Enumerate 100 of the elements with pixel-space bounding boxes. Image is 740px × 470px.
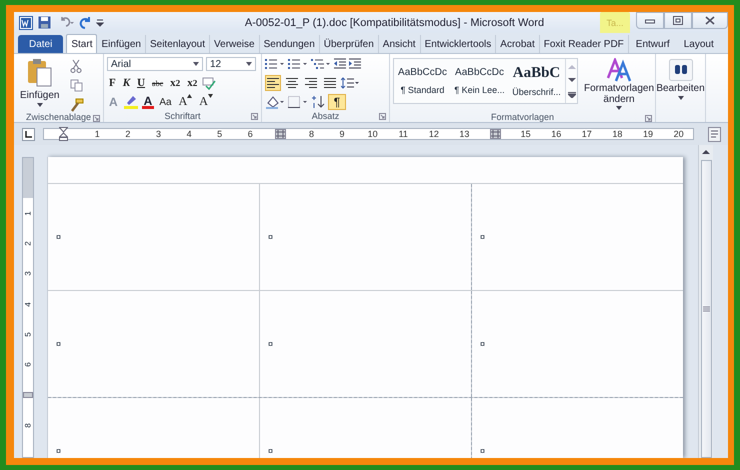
format-button[interactable]: abc [150, 75, 166, 91]
file-tab[interactable]: Datei [18, 35, 64, 53]
line-spacing-icon[interactable] [341, 77, 359, 89]
scroll-down-icon[interactable] [568, 78, 576, 83]
save-icon[interactable] [38, 16, 51, 29]
align-button[interactable] [303, 75, 319, 91]
ruler-number: 20 [674, 129, 684, 139]
ruler-number: 8 [308, 129, 314, 139]
end-of-cell-mark: ¤ [56, 446, 62, 456]
ruler-number: 6 [24, 362, 32, 367]
show-marks-button[interactable]: ¶ [328, 94, 346, 110]
end-of-cell-mark: ¤ [56, 232, 62, 242]
dialog-launcher-icon[interactable] [93, 115, 100, 122]
minimize-button[interactable] [636, 12, 664, 29]
format-painter-icon[interactable] [70, 98, 84, 112]
gallery-more-icon[interactable] [568, 92, 576, 98]
font-color-button[interactable]: A [142, 96, 154, 108]
left-tab-icon [25, 130, 32, 138]
group-label: Zwischenablage [26, 112, 92, 122]
ruler-number: 6 [248, 129, 253, 139]
restore-icon [673, 16, 683, 25]
grip-icon[interactable] [702, 306, 710, 312]
style-item[interactable]: AaBbCcDc ¶ Kein Lee... [451, 59, 508, 103]
end-of-cell-mark: ¤ [268, 232, 274, 242]
restore-button[interactable] [664, 12, 692, 29]
window-title: A-0052-01_P (1).doc [Kompatibilitätsmodus] - Microsoft Word [244, 16, 546, 28]
group-label: Schriftart [164, 111, 200, 121]
format-button[interactable]: U [135, 75, 148, 91]
grow-font-button[interactable]: A [176, 94, 194, 110]
ruler-number: 15 [520, 129, 531, 139]
group-label: Absatz [312, 111, 340, 121]
numbered-list-icon[interactable] [288, 58, 308, 70]
styles-letters-icon [606, 58, 632, 82]
clipboard-icon [26, 58, 53, 88]
up-caret-icon [187, 94, 192, 98]
contextual-tab[interactable]: Layout [676, 35, 721, 53]
end-of-cell-mark: ¤ [268, 339, 274, 349]
ruler-number: 16 [551, 129, 562, 139]
ruler-number: 11 [398, 129, 408, 139]
align-button[interactable] [284, 75, 300, 91]
end-of-cell-mark: ¤ [268, 446, 274, 456]
indent-marker-icon[interactable] [58, 127, 68, 141]
multilevel-list-icon[interactable] [311, 58, 331, 70]
change-case-button[interactable]: Aa [157, 94, 174, 110]
dialog-launcher-icon[interactable] [251, 113, 258, 120]
paste-button[interactable]: Einfügen [17, 56, 62, 112]
font-size-field[interactable]: 12 [206, 57, 256, 71]
down-caret-icon [208, 94, 213, 98]
column-marker-icon[interactable] [275, 129, 286, 139]
ruler-number: 8 [24, 423, 32, 428]
customize-caret-icon[interactable] [96, 18, 104, 28]
row-marker-icon[interactable] [23, 392, 33, 398]
ruler-number: 12 [428, 129, 439, 139]
cut-icon[interactable] [70, 59, 82, 73]
contextual-tab[interactable]: Entwurf [628, 35, 677, 53]
dropdown-caret-icon [246, 62, 252, 66]
view-ruler-icon[interactable] [708, 126, 721, 142]
ruler-number: 13 [459, 129, 470, 139]
contextual-tab-label: Ta... [600, 12, 630, 33]
redo-icon[interactable] [79, 16, 91, 28]
style-item[interactable]: AaBbCcDc ¶ Standard [394, 59, 451, 103]
align-button[interactable] [322, 75, 338, 91]
format-button[interactable]: K [120, 75, 132, 91]
increase-indent-icon[interactable] [349, 58, 361, 70]
editing-button[interactable]: Bearbeiten [653, 57, 708, 102]
close-button[interactable] [692, 12, 728, 29]
word-logo-icon[interactable] [19, 16, 33, 30]
borders-icon[interactable] [288, 96, 308, 108]
ribbon-tab[interactable]: Start [66, 34, 98, 53]
sort-icon[interactable] [311, 95, 325, 109]
scroll-up-icon[interactable] [702, 149, 710, 154]
align-button[interactable] [265, 75, 281, 91]
binoculars-icon [668, 59, 692, 81]
ruler-number: 19 [642, 129, 653, 139]
group-label: Formatvorlagen [490, 112, 554, 122]
ruler-number: 1 [94, 129, 100, 139]
change-styles-button[interactable]: Formatvorlagen ändern [582, 56, 656, 112]
end-of-cell-mark: ¤ [480, 339, 486, 349]
font-family-field[interactable]: Arial [107, 57, 203, 71]
dialog-launcher-icon[interactable] [379, 113, 386, 120]
format-button[interactable]: F [107, 75, 118, 91]
ruler-number: 10 [368, 129, 378, 139]
tab-selector-button[interactable] [22, 128, 35, 140]
spelling-icon[interactable] [202, 76, 216, 90]
vertical-scrollbar[interactable] [698, 145, 713, 458]
style-item[interactable]: AaBbC Überschrif... [508, 59, 565, 103]
bullet-list-icon[interactable] [265, 58, 285, 70]
dialog-launcher-icon[interactable] [645, 115, 652, 122]
ruler-number: 5 [217, 129, 222, 139]
shrink-font-button[interactable]: A [197, 94, 215, 110]
decrease-indent-icon[interactable] [334, 58, 346, 70]
ruler-margin [23, 158, 33, 198]
ruler-number: 3 [156, 129, 161, 139]
ruler-number: 2 [125, 129, 130, 139]
ruler-number: 5 [24, 332, 32, 337]
highlighter-icon[interactable] [122, 95, 139, 109]
column-marker-icon[interactable] [490, 129, 501, 139]
copy-icon[interactable] [70, 79, 84, 92]
dropdown-caret-icon [193, 62, 199, 66]
shading-icon[interactable] [265, 96, 285, 108]
